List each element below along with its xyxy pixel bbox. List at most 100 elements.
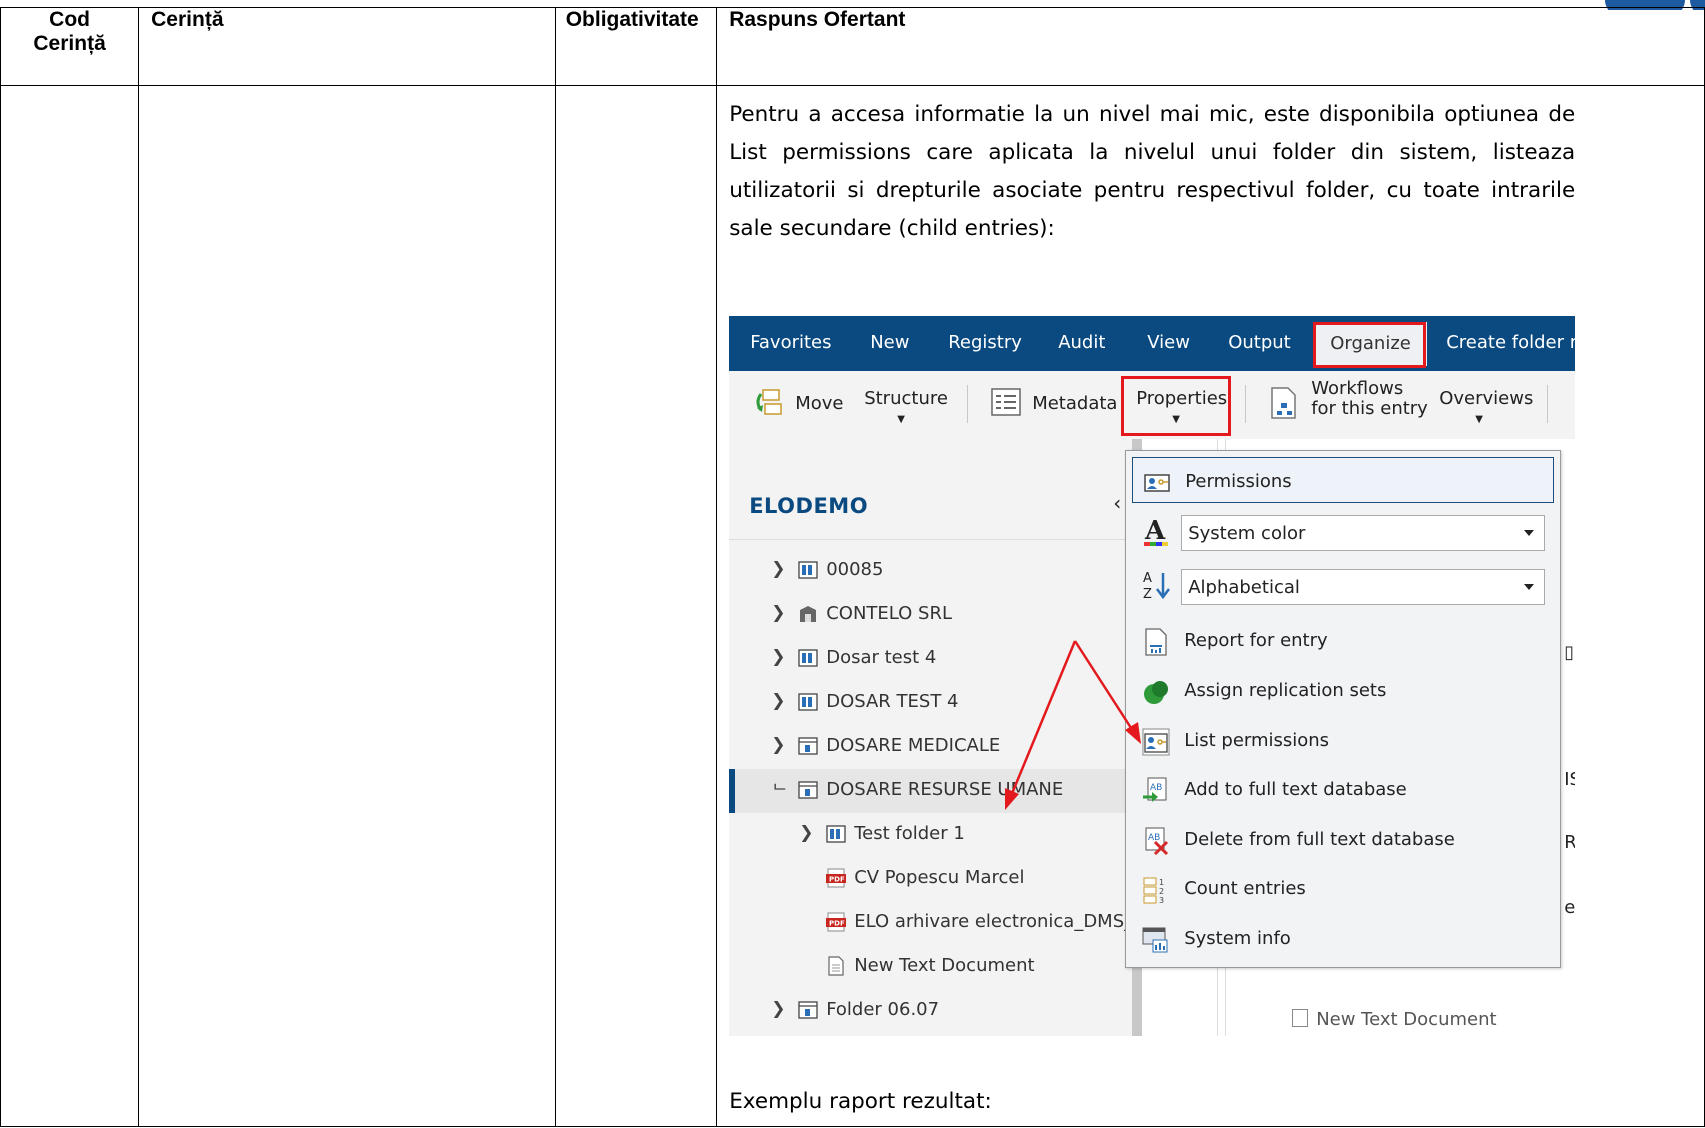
ribbon-tabs: Favorites New Registry Audit View Output… (729, 316, 1576, 371)
tab-audit[interactable]: Audit (1058, 332, 1105, 353)
menu-item-add-to-full-text-database[interactable]: AB Add to full text database (1126, 766, 1560, 812)
workflows-button[interactable]: Workflows for this entry (1311, 379, 1428, 419)
tree-row[interactable]: ❯ 00085 (729, 549, 1132, 593)
header-cod-cerinta: Cod Cerință (0, 7, 140, 86)
tree-row-label: Test folder 1 (854, 823, 965, 844)
expand-icon[interactable]: ❯ (771, 559, 785, 579)
svg-text:PDF: PDF (829, 920, 845, 928)
svg-text:AB: AB (1150, 783, 1162, 793)
metadata-button[interactable]: Metadata (1032, 393, 1117, 414)
tree-row[interactable]: PDF ELO arhivare electronica_DMS_ (729, 901, 1133, 945)
expand-icon[interactable]: ❯ (771, 647, 785, 667)
sort-select-value: Alphabetical (1188, 577, 1300, 598)
expand-icon[interactable]: ❯ (771, 691, 785, 711)
tree-row[interactable]: ❯ Dosar test 4 (729, 637, 1132, 681)
structure-button[interactable]: Structure (864, 388, 948, 409)
expand-icon[interactable]: ❯ (771, 735, 785, 755)
replication-icon (1142, 678, 1170, 706)
menu-item-delete-from-full-text-database[interactable]: AB Delete from full text database (1126, 816, 1560, 862)
tree-row[interactable]: ┐ DOSARE RESURSE UMANE (729, 769, 1133, 813)
expand-icon[interactable]: ❯ (771, 603, 785, 623)
workflows-line2: for this entry (1311, 398, 1428, 419)
tree-row-label: DOSARE MEDICALE (826, 735, 1001, 756)
tab-registry[interactable]: Registry (948, 332, 1022, 353)
properties-highlight-box (1121, 376, 1232, 436)
svg-text:Z: Z (1143, 587, 1152, 601)
menu-item-assign-replication-sets[interactable]: Assign replication sets (1126, 667, 1560, 713)
move-button[interactable]: Move (795, 393, 843, 414)
response-paragraph: Pentru a accesa informatie la un nivel m… (729, 102, 1576, 241)
header-cerinta: Cerință (138, 7, 556, 86)
tab-new[interactable]: New (870, 332, 909, 353)
expand-icon[interactable]: ❯ (771, 999, 785, 1019)
report-icon (1142, 628, 1170, 656)
menu-item-list-permissions[interactable]: List permissions (1126, 717, 1560, 763)
tree-row-label: CONTELO SRL (826, 603, 953, 624)
background-doc-label: New Text Document (1292, 1009, 1497, 1030)
tree-row-label: Folder 06.07 (826, 999, 940, 1020)
header-cod-line1: Cod (49, 8, 90, 31)
tree-row[interactable]: New Text Document (729, 945, 1132, 989)
tree-row[interactable]: PDF CV Popescu Marcel (729, 857, 1132, 901)
menu-item-label: List permissions (1184, 730, 1330, 751)
folder-binder-icon (798, 692, 818, 712)
svg-text:A: A (1143, 571, 1152, 586)
menu-item-count-entries[interactable]: 1 2 3 Count entries (1126, 865, 1560, 911)
move-icon (756, 389, 782, 415)
delete-fulltext-icon: AB (1142, 827, 1170, 856)
permissions-icon (1144, 474, 1170, 492)
dropdown-arrow-icon (1524, 584, 1535, 590)
text-color-icon: A (1144, 516, 1169, 546)
tab-create-folder[interactable]: Create folder re (1446, 332, 1575, 353)
add-fulltext-icon: AB (1142, 777, 1170, 805)
pdf-icon: PDF (826, 868, 847, 888)
menu-item-permissions[interactable]: Permissions (1132, 457, 1555, 503)
list-permissions-icon (1142, 728, 1170, 756)
sort-az-icon: A Z (1143, 571, 1171, 601)
permissions-label: Permissions (1185, 471, 1292, 492)
workflows-line1: Workflows (1311, 378, 1404, 399)
tree-row[interactable]: ❯ CONTELO SRL (729, 593, 1132, 637)
menu-item-system-info[interactable]: System info (1126, 915, 1560, 961)
system-info-icon (1142, 926, 1170, 954)
register-icon (798, 736, 818, 756)
tab-output[interactable]: Output (1228, 332, 1291, 353)
table-row: Pentru a accesa informatie la un nivel m… (0, 85, 1705, 1127)
svg-text:A: A (1144, 516, 1166, 546)
count-entries-icon: 123 (1142, 876, 1170, 905)
tree-row[interactable]: ❯ DOSAR TEST 4 (729, 681, 1132, 725)
tab-favorites[interactable]: Favorites (750, 332, 831, 353)
tab-view[interactable]: View (1147, 332, 1190, 353)
menu-item-report-for-entry[interactable]: Report for entry (1126, 617, 1560, 663)
tree-row-label: 00085 (826, 559, 884, 580)
color-select[interactable]: System color (1181, 515, 1546, 551)
svg-text:3: 3 (1159, 896, 1164, 904)
repository-tree: ELODEMO ‹ ❯ 00085 ❯ CONTELO SRL ❯ Dosar test … (729, 439, 1133, 1036)
overviews-button[interactable]: Overviews (1439, 388, 1533, 409)
svg-text:1: 1 (1159, 878, 1164, 887)
repository-title: ELODEMO (749, 494, 869, 518)
header-obligativitate: Obligativitate (554, 7, 718, 86)
tree-row[interactable]: ❯ Folder 06.07 (729, 989, 1132, 1033)
menu-item-label: Assign replication sets (1184, 680, 1387, 701)
header-raspuns-ofertant: Raspuns Ofertant (716, 7, 1705, 86)
workflow-icon (1271, 387, 1296, 419)
tree-row-label: Dosar test 4 (826, 647, 937, 668)
text-document-icon (826, 956, 846, 976)
tree-row[interactable]: ❯ DOSARE MEDICALE (729, 725, 1132, 769)
organize-highlight-box (1313, 322, 1427, 368)
pdf-icon: PDF (826, 912, 847, 932)
requirements-table: Cod Cerință Cerință Obligativitate Raspu… (0, 7, 1705, 1127)
collapse-icon[interactable]: ┐ (766, 784, 786, 794)
cell-obligativitate (554, 85, 718, 1127)
metadata-icon (991, 388, 1021, 416)
background-doc-text: New Text Document (1316, 1009, 1497, 1030)
collapse-left-icon[interactable]: ‹ (1113, 491, 1121, 515)
tree-row[interactable]: ❯ Test folder 1 (729, 813, 1132, 857)
expand-icon[interactable]: ❯ (799, 823, 813, 843)
menu-item-label: System info (1184, 928, 1291, 949)
menu-item-label: Delete from full text database (1184, 829, 1455, 850)
sort-select[interactable]: Alphabetical (1181, 569, 1546, 605)
properties-dropdown-menu: Permissions A System color A Z Alphabeti… (1125, 450, 1562, 968)
folder-binder-icon (798, 560, 818, 580)
